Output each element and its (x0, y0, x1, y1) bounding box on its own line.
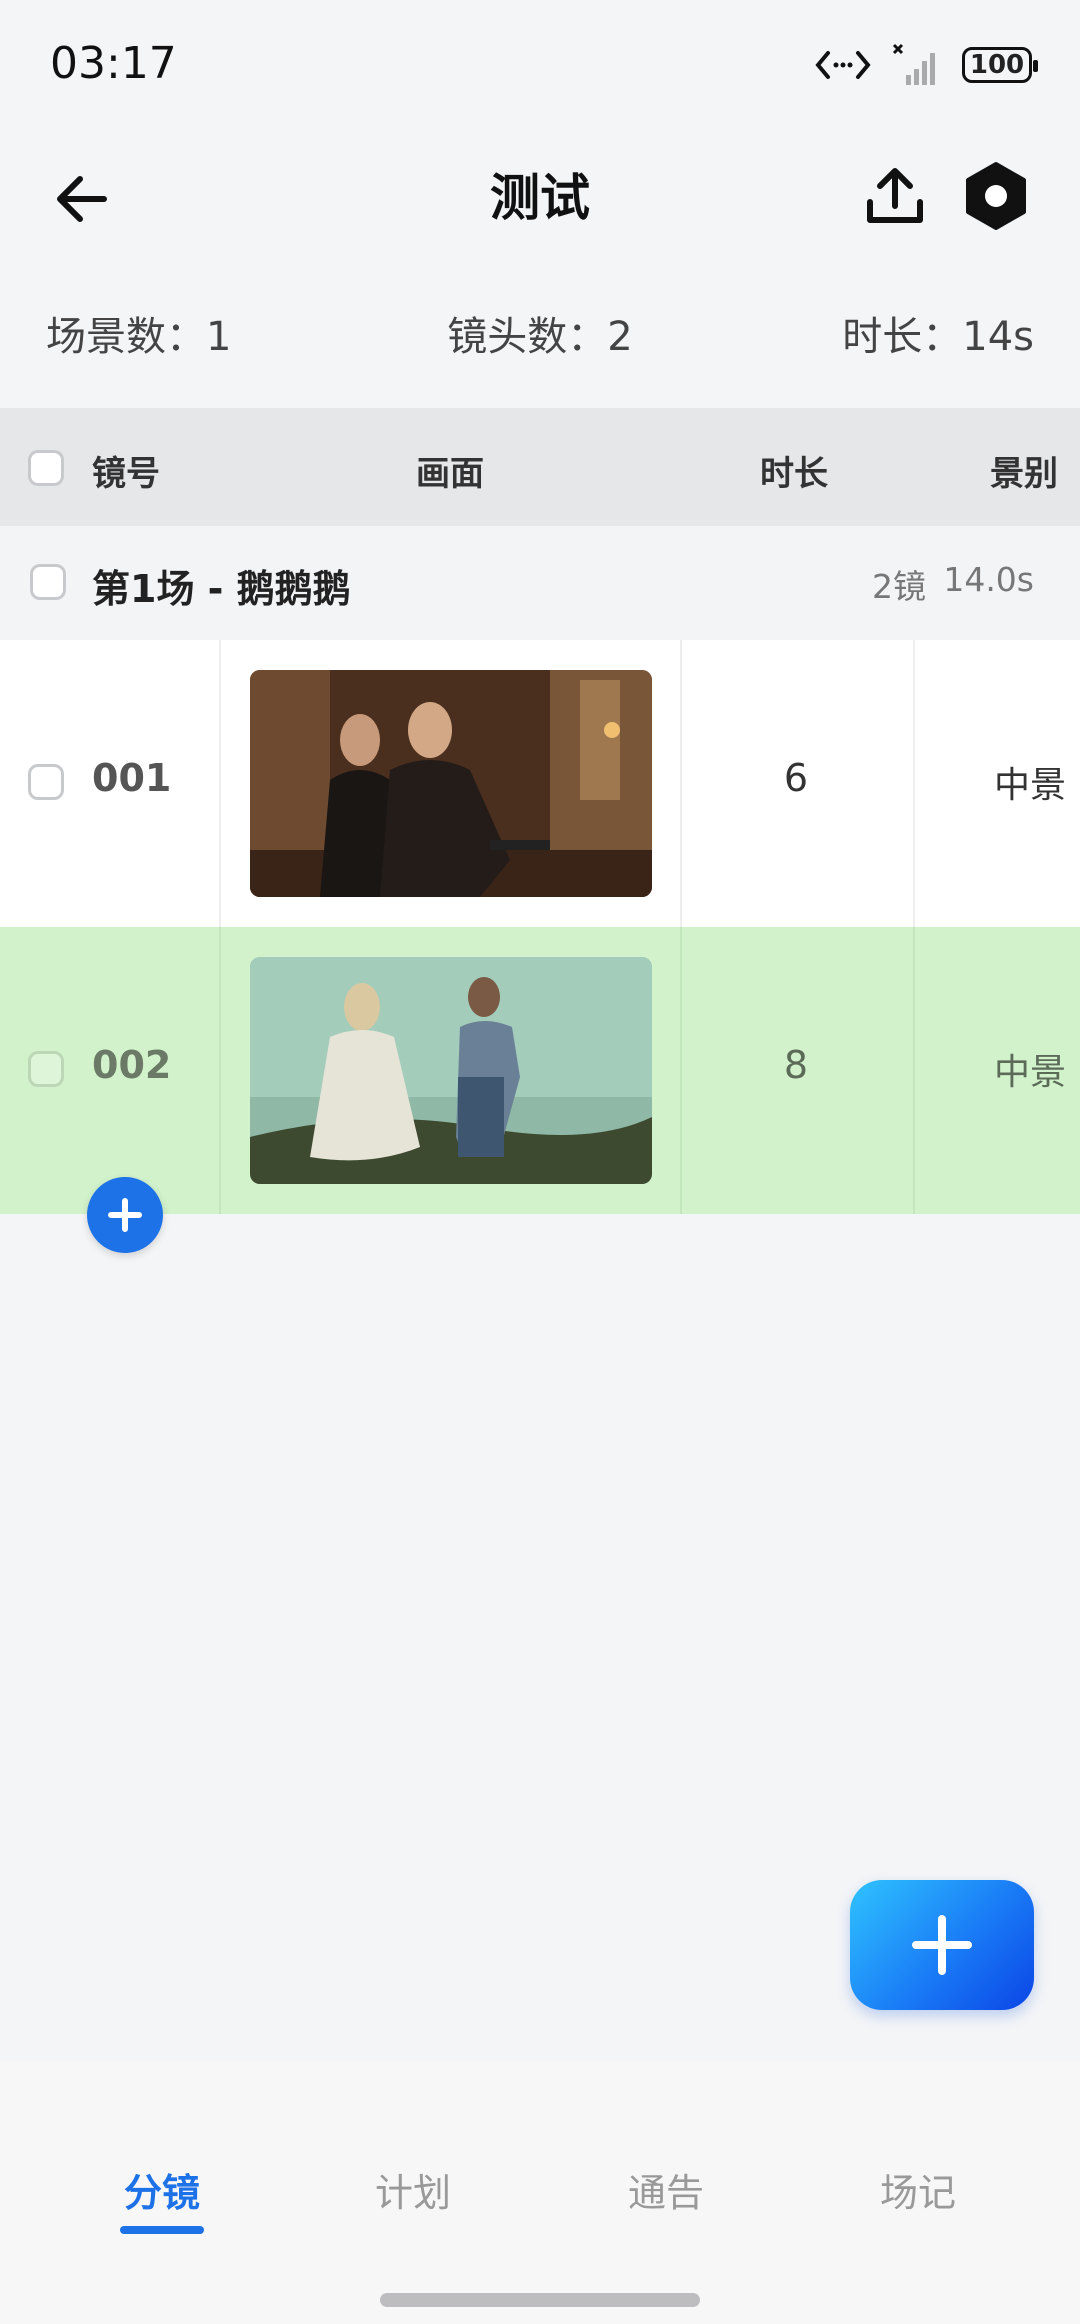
column-divider (913, 927, 915, 1214)
table-header: 镜号 画面 时长 景别 (0, 408, 1080, 526)
tab-script-log[interactable]: 场记 (798, 2162, 1038, 2217)
summary-bar: 场景数：1 镜头数：2 时长：14s (0, 290, 1080, 370)
frame-image (250, 670, 652, 897)
header: 测试 (0, 120, 1080, 270)
frame-image (250, 957, 652, 1184)
data-transfer-icon (815, 51, 871, 79)
add-floating-button[interactable] (850, 1880, 1034, 2010)
row-checkbox[interactable] (28, 764, 64, 800)
select-all-checkbox[interactable] (28, 450, 64, 486)
settings-icon (966, 162, 1026, 230)
tab-plan[interactable]: 计划 (293, 2162, 533, 2217)
column-frame: 画面 (416, 454, 484, 494)
table-row[interactable]: 002 8 中景 (0, 927, 1080, 1214)
column-duration: 时长 (760, 454, 828, 494)
scene-shot-count: 2镜 (872, 567, 926, 606)
shot-duration: 8 (783, 1043, 809, 1087)
total-duration-label: 时长：14s (842, 314, 1034, 360)
tab-storyboard[interactable]: 分镜 (42, 2162, 282, 2217)
column-divider (219, 640, 221, 927)
home-indicator[interactable] (380, 2293, 700, 2307)
column-shot-number: 镜号 (92, 454, 160, 494)
scene-group-row[interactable]: 第1场 - 鹅鹅鹅 2镜 14.0s (0, 526, 1080, 640)
settings-button[interactable] (960, 160, 1032, 232)
plus-icon (912, 1915, 972, 1975)
row-checkbox[interactable] (28, 1051, 64, 1087)
battery-icon: 100 (962, 47, 1038, 83)
scene-checkbox[interactable] (30, 564, 66, 600)
column-shot-size: 景别 (990, 454, 1058, 494)
signal-icon (892, 43, 935, 85)
bottom-tab-bar: 分镜 计划 通告 场记 (0, 2062, 1080, 2324)
shot-size: 中景 (993, 1052, 1066, 1093)
status-icons: 100 (812, 40, 1038, 90)
add-shot-button[interactable] (87, 1177, 163, 1253)
tab-notice[interactable]: 通告 (546, 2162, 786, 2217)
status-bar: 03:17 100 (0, 0, 1080, 120)
scene-duration: 14.0s (943, 560, 1034, 599)
upload-icon (867, 168, 923, 223)
shot-duration: 6 (783, 756, 809, 800)
shot-size: 中景 (993, 765, 1066, 806)
column-divider (219, 927, 221, 1214)
status-time: 03:17 (50, 38, 177, 89)
shot-number: 001 (92, 756, 172, 800)
table-row[interactable]: 001 6 中景 (0, 640, 1080, 927)
column-divider (913, 640, 915, 927)
shot-number: 002 (92, 1043, 172, 1087)
scene-title: 第1场 - 鹅鹅鹅 (92, 567, 351, 611)
export-button[interactable] (860, 162, 930, 232)
shot-thumbnail[interactable] (250, 957, 652, 1184)
content-panel-edge (0, 2050, 1080, 2062)
active-tab-indicator (120, 2226, 204, 2234)
plus-icon (108, 1198, 142, 1232)
shot-thumbnail[interactable] (250, 670, 652, 897)
